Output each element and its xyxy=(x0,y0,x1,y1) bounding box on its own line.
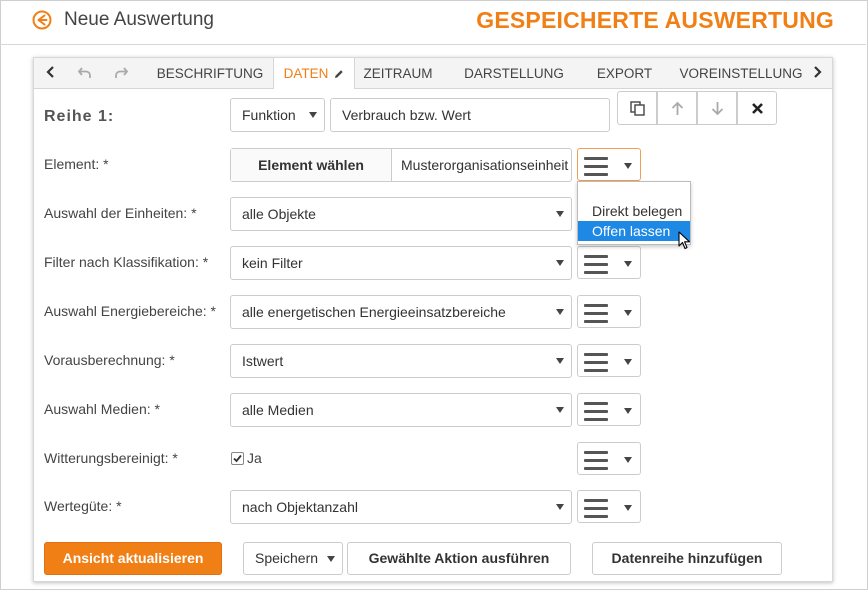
back-arrow-icon[interactable] xyxy=(32,10,52,30)
mouse-cursor-icon xyxy=(678,231,691,250)
caret-down-icon xyxy=(624,408,632,414)
witterung-label: Witterungsbereinigt: * xyxy=(44,450,178,466)
redo-icon[interactable] xyxy=(113,64,129,80)
element-options-button[interactable] xyxy=(577,148,641,181)
editor-panel: BESCHRIFTUNG DATEN ZEITRAUM DARSTELLUNG … xyxy=(33,57,833,582)
filter-label: Filter nach Klassifikation: * xyxy=(44,254,209,270)
element-label: Element: * xyxy=(44,156,109,172)
caret-down-icon xyxy=(624,505,632,511)
dropdown-item-direkt-belegen[interactable]: Direkt belegen xyxy=(578,201,690,221)
tab-export[interactable]: EXPORT xyxy=(582,58,667,88)
filter-select[interactable]: kein Filter xyxy=(230,246,572,280)
witterung-checkbox[interactable] xyxy=(231,452,244,465)
medien-label: Auswahl Medien: * xyxy=(44,401,160,417)
copy-button[interactable] xyxy=(617,91,657,125)
back-link[interactable]: Neue Auswertung xyxy=(64,9,214,31)
menu-icon xyxy=(584,402,608,426)
tab-beschriftung[interactable]: BESCHRIFTUNG xyxy=(142,58,278,88)
voraus-options-button[interactable] xyxy=(577,344,641,377)
voraus-value: Istwert xyxy=(242,353,284,369)
add-series-button[interactable]: Datenreihe hinzufügen xyxy=(592,542,782,575)
menu-icon xyxy=(584,353,608,377)
function-select-value: Funktion xyxy=(242,107,296,123)
chevron-left-icon[interactable] xyxy=(43,64,59,80)
caret-down-icon xyxy=(624,310,632,316)
update-view-button[interactable]: Ansicht aktualisieren xyxy=(44,542,222,575)
wertegute-label: Wertegüte: * xyxy=(44,498,122,514)
tab-zeitraum[interactable]: ZEITRAUM xyxy=(353,58,443,88)
delete-button[interactable] xyxy=(737,91,777,125)
voraus-label: Vorausberechnung: * xyxy=(44,352,175,368)
save-select[interactable]: Speichern xyxy=(243,542,343,575)
caret-down-icon xyxy=(556,358,564,364)
witterung-value: Ja xyxy=(247,450,262,466)
page-title: GESPEICHERTE AUSWERTUNG xyxy=(476,7,834,33)
move-down-button[interactable] xyxy=(697,91,737,125)
caret-down-icon xyxy=(556,211,564,217)
energie-label: Auswahl Energiebereiche: * xyxy=(44,303,216,319)
wertegute-value: nach Objektanzahl xyxy=(242,499,358,515)
undo-icon[interactable] xyxy=(77,64,93,80)
caret-down-icon xyxy=(624,457,632,463)
menu-icon xyxy=(584,255,608,279)
medien-options-button[interactable] xyxy=(577,393,641,426)
pencil-icon xyxy=(335,70,344,79)
medien-value: alle Medien xyxy=(242,402,314,418)
caret-down-icon xyxy=(624,359,632,365)
tab-darstellung[interactable]: DARSTELLUNG xyxy=(449,58,579,88)
energie-value: alle energetischen Energieeinsatzbereich… xyxy=(242,304,506,320)
series-title: Reihe 1: xyxy=(44,108,115,125)
voraus-select[interactable]: Istwert xyxy=(230,344,572,378)
wertegute-options-button[interactable] xyxy=(577,490,641,523)
menu-icon xyxy=(584,304,608,328)
caret-down-icon xyxy=(624,261,632,267)
caret-down-icon xyxy=(309,112,317,118)
header-divider xyxy=(0,44,866,45)
dropdown-item-offen-lassen[interactable]: Offen lassen xyxy=(578,221,690,241)
caret-down-icon xyxy=(556,260,564,266)
copy-icon xyxy=(630,101,645,116)
chevron-right-icon[interactable] xyxy=(809,64,825,80)
energie-select[interactable]: alle energetischen Energieeinsatzbereich… xyxy=(230,295,572,329)
caret-down-icon xyxy=(556,309,564,315)
tab-daten[interactable]: DATEN xyxy=(273,58,355,89)
execute-action-button[interactable]: Gewählte Aktion ausführen xyxy=(347,542,571,575)
element-choose-button[interactable]: Element wählen xyxy=(231,149,392,181)
arrow-up-icon xyxy=(671,101,684,115)
move-up-button[interactable] xyxy=(657,91,697,125)
element-picker: Element wählen Musterorganisationseinhei… xyxy=(230,148,572,182)
series-actions xyxy=(617,91,777,125)
function-value-field[interactable]: Verbrauch bzw. Wert xyxy=(330,98,610,132)
einheiten-value: alle Objekte xyxy=(242,206,316,222)
einheiten-label: Auswahl der Einheiten: * xyxy=(44,205,197,221)
save-select-value: Speichern xyxy=(255,550,319,566)
caret-down-icon xyxy=(327,556,335,562)
tab-voreinstellung[interactable]: VOREINSTELLUNG xyxy=(676,58,806,88)
menu-icon xyxy=(584,157,608,181)
caret-down-icon xyxy=(556,504,564,510)
energie-options-button[interactable] xyxy=(577,295,641,328)
einheiten-select[interactable]: alle Objekte xyxy=(230,197,572,231)
menu-icon xyxy=(584,451,608,475)
function-value-text: Verbrauch bzw. Wert xyxy=(342,107,471,123)
tab-bar: BESCHRIFTUNG DATEN ZEITRAUM DARSTELLUNG … xyxy=(34,58,832,89)
filter-value: kein Filter xyxy=(242,255,303,271)
wertegute-select[interactable]: nach Objektanzahl xyxy=(230,490,572,524)
menu-icon xyxy=(584,499,608,523)
element-options-dropdown: Direkt belegen Offen lassen xyxy=(577,181,691,245)
checkmark-icon xyxy=(233,454,242,463)
close-icon xyxy=(752,103,763,114)
tab-daten-label: DATEN xyxy=(283,66,329,81)
caret-down-icon xyxy=(556,407,564,413)
function-select[interactable]: Funktion xyxy=(230,98,325,132)
caret-down-icon xyxy=(624,163,632,169)
filter-options-button[interactable] xyxy=(577,246,641,279)
element-value: Musterorganisationseinheit xyxy=(401,157,569,173)
medien-select[interactable]: alle Medien xyxy=(230,393,572,427)
arrow-down-icon xyxy=(711,102,724,116)
witterung-options-button[interactable] xyxy=(577,442,641,475)
